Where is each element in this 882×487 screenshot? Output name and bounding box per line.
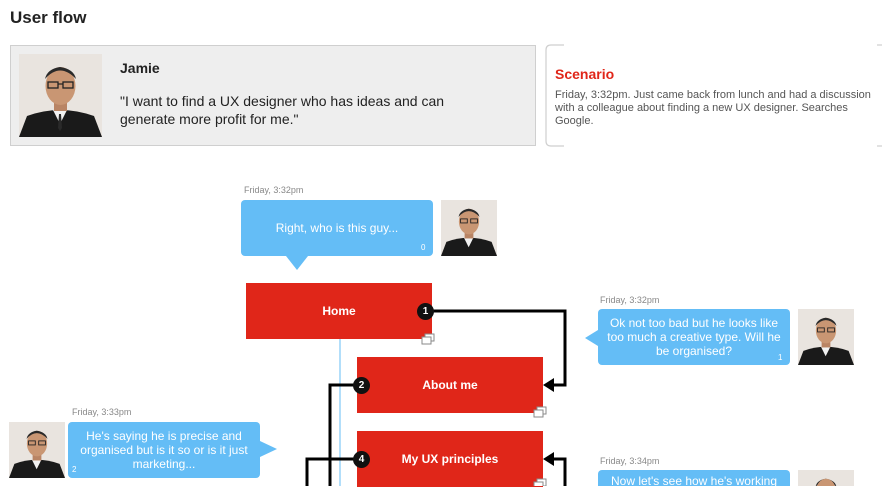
comment-count: 1 — [778, 353, 783, 362]
step-badge: 4 — [353, 451, 370, 468]
flow-step-my-ux-principles[interactable]: My UX principles — [357, 431, 543, 487]
flow-step-home[interactable]: Home — [246, 283, 432, 339]
commenter-avatar — [441, 200, 497, 256]
flow-step-label: About me — [422, 378, 478, 392]
flow-step-label: My UX principles — [401, 452, 499, 466]
comment-bubble[interactable]: He's saying he is precise and organised … — [68, 422, 260, 478]
flow-step-about-me[interactable]: About me — [357, 357, 543, 413]
commenter-avatar — [798, 470, 854, 486]
comment-count: 2 — [72, 465, 77, 474]
comment-timestamp: Friday, 3:32pm — [600, 295, 660, 305]
comment-bubble[interactable]: Now let's see how he's working — [598, 470, 790, 486]
flow-step-label: Home — [322, 304, 356, 318]
copy-icon[interactable] — [533, 478, 547, 486]
copy-icon[interactable] — [421, 333, 435, 345]
step-badge: 1 — [417, 303, 434, 320]
comment-bubble[interactable]: Ok not too bad but he looks like too muc… — [598, 309, 790, 365]
comment-text: He's saying he is precise and organised … — [80, 429, 248, 471]
comment-text: Now let's see how he's working — [611, 474, 777, 486]
comment-count: 0 — [421, 243, 426, 252]
comment-timestamp: Friday, 3:33pm — [72, 407, 132, 417]
comment-timestamp: Friday, 3:34pm — [600, 456, 660, 466]
commenter-avatar — [798, 309, 854, 365]
commenter-avatar — [9, 422, 65, 478]
comment-bubble[interactable]: Right, who is this guy... — [241, 200, 433, 256]
copy-icon[interactable] — [533, 406, 547, 418]
step-badge: 2 — [353, 377, 370, 394]
comment-text: Right, who is this guy... — [275, 221, 399, 235]
comment-text: Ok not too bad but he looks like too muc… — [607, 316, 781, 358]
comment-timestamp: Friday, 3:32pm — [244, 185, 304, 195]
